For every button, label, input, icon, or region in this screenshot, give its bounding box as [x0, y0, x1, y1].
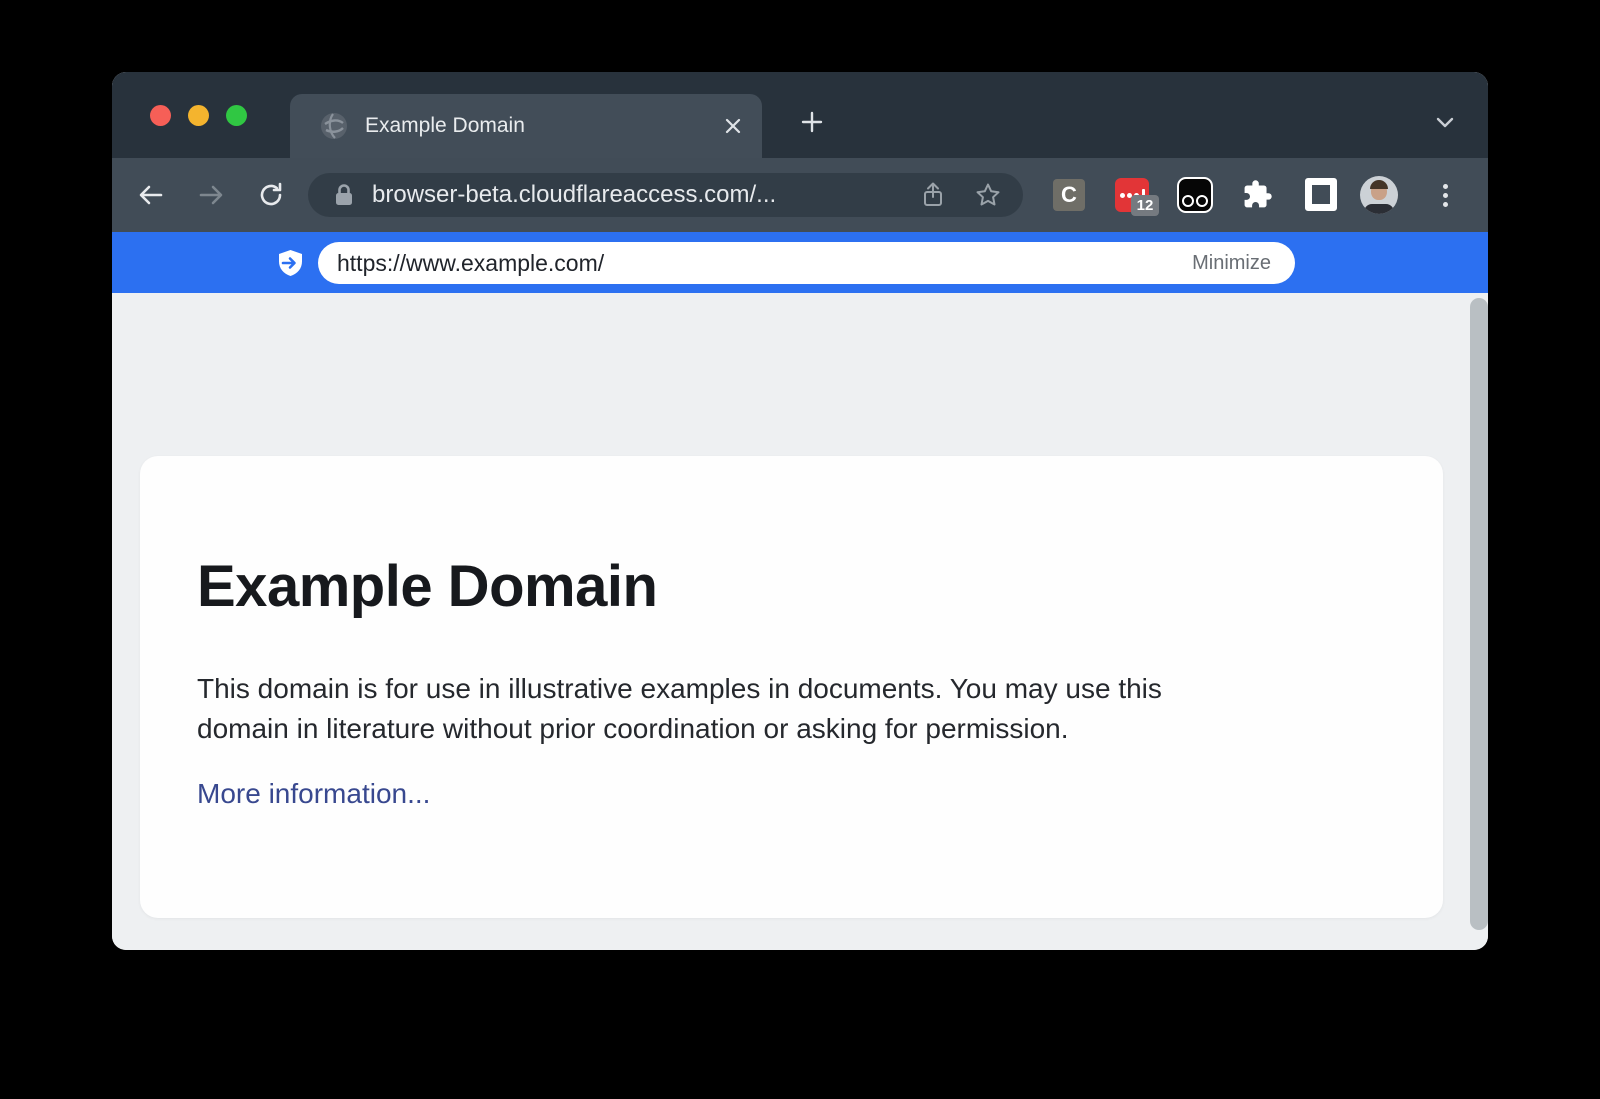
side-panel-button[interactable]: [1305, 178, 1337, 211]
extensions-puzzle-button[interactable]: [1242, 179, 1273, 210]
reload-icon: [257, 181, 285, 209]
browser-toolbar: browser-beta.cloudflareaccess.com/... C: [112, 158, 1488, 232]
active-tab[interactable]: Example Domain: [290, 94, 762, 158]
paragraph-line: This domain is for use in illustrative e…: [197, 669, 1162, 709]
arrow-left-icon: [137, 181, 165, 209]
profile-avatar[interactable]: [1360, 176, 1398, 214]
bookmark-star-icon[interactable]: [974, 181, 1002, 209]
traffic-light-zoom-button[interactable]: [226, 105, 247, 126]
puzzle-icon: [1242, 179, 1273, 210]
traffic-light-close-button[interactable]: [150, 105, 171, 126]
lock-icon[interactable]: [334, 183, 354, 207]
back-button[interactable]: [137, 181, 165, 209]
chevron-down-icon: [1433, 110, 1457, 134]
arrow-right-icon: [197, 181, 225, 209]
browser-window: Example Domain: [112, 72, 1488, 950]
tab-close-button[interactable]: [719, 112, 747, 140]
vertical-scrollbar-thumb[interactable]: [1470, 298, 1488, 930]
omnibox-url-text: browser-beta.cloudflareaccess.com/...: [372, 173, 776, 217]
plus-icon: [800, 110, 824, 134]
isolation-url-text: https://www.example.com/: [318, 250, 1192, 277]
omnibox-url-bar[interactable]: browser-beta.cloudflareaccess.com/...: [308, 173, 1023, 217]
desktop-background: Example Domain: [0, 0, 1600, 1099]
more-information-link[interactable]: More information...: [197, 778, 430, 810]
minimize-button[interactable]: Minimize: [1192, 252, 1295, 275]
isolation-bar: https://www.example.com/ Minimize: [112, 232, 1488, 293]
paragraph-line: domain in literature without prior coord…: [197, 709, 1162, 749]
browser-menu-button[interactable]: [1436, 181, 1454, 209]
page-paragraph: This domain is for use in illustrative e…: [197, 669, 1162, 749]
extension-badge: 12: [1131, 195, 1159, 216]
tab-strip: Example Domain: [112, 72, 1488, 158]
forward-button[interactable]: [197, 181, 225, 209]
share-icon[interactable]: [919, 181, 947, 209]
new-tab-button[interactable]: [796, 106, 828, 138]
page-heading: Example Domain: [197, 553, 657, 620]
traffic-light-minimize-button[interactable]: [188, 105, 209, 126]
tab-search-button[interactable]: [1429, 108, 1461, 136]
isolation-shield-icon: [277, 249, 304, 277]
globe-favicon-icon: [320, 112, 348, 140]
page-viewport: Example Domain This domain is for use in…: [112, 293, 1488, 950]
isolation-url-input[interactable]: https://www.example.com/ Minimize: [318, 242, 1295, 284]
example-domain-card: Example Domain This domain is for use in…: [140, 456, 1443, 918]
c-extension-button[interactable]: C: [1053, 179, 1085, 211]
goggles-extension-button[interactable]: [1177, 177, 1213, 213]
reload-button[interactable]: [257, 181, 285, 209]
tab-title: Example Domain: [365, 94, 525, 158]
